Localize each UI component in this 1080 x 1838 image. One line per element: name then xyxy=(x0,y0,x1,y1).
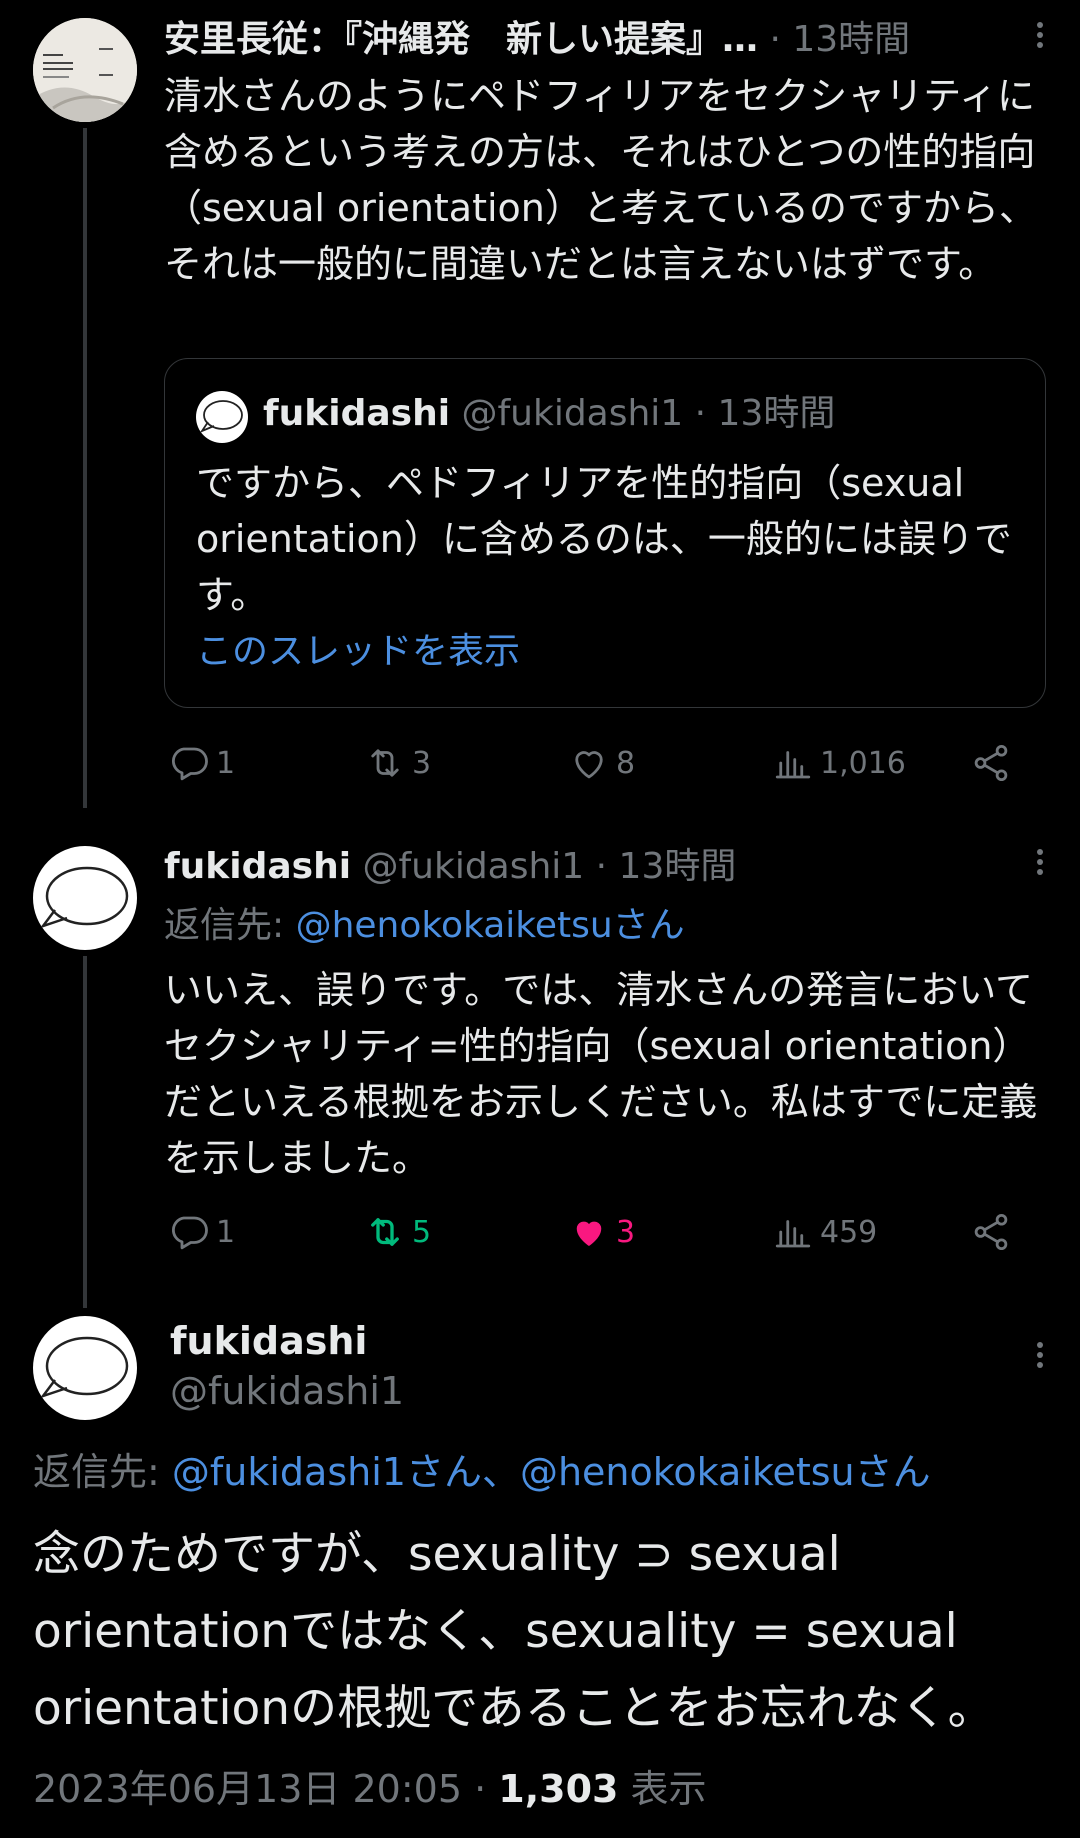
tweet-actions: 1 5 3 459 xyxy=(164,1202,1024,1262)
share-button[interactable] xyxy=(970,733,1018,793)
share-button[interactable] xyxy=(970,1202,1018,1262)
retweet-icon xyxy=(371,1218,399,1246)
quoted-tweet[interactable]: fukidashi @fukidashi1 · 13時間 ですから、ペドフィリア… xyxy=(164,358,1046,708)
focal-tweet-text: 念のためですが、sexuality ⊃ sexual orientationでは… xyxy=(33,1527,995,1736)
views-icon xyxy=(775,1220,811,1248)
quote-text: ですから、ペドフィリアを性的指向（sexual orientation）に含める… xyxy=(196,461,1012,617)
view-count: 459 xyxy=(820,1214,878,1250)
like-count: 3 xyxy=(616,1214,636,1250)
more-options-icon[interactable] xyxy=(1030,1338,1050,1378)
avatar-book-cover[interactable] xyxy=(33,18,137,122)
retweet-button[interactable]: 5 xyxy=(364,1202,431,1262)
tweet-actions: 1 3 8 1,016 xyxy=(164,733,1024,793)
show-thread-link[interactable]: このスレッドを表示 xyxy=(196,627,520,677)
reply-to-label: 返信先: xyxy=(164,905,296,946)
share-icon xyxy=(974,1213,1008,1251)
retweet-count: 5 xyxy=(412,1214,432,1250)
reply-button[interactable]: 1 xyxy=(168,733,235,793)
share-icon xyxy=(974,744,1008,782)
view-count: 1,016 xyxy=(820,745,906,781)
tweet-text: 清水さんのようにペドフィリアをセクシャリティに含めるという考えの方は、それはひと… xyxy=(164,74,1037,286)
reply-to-mentions[interactable]: @fukidashi1さん、@henokokaiketsuさん xyxy=(172,1450,931,1494)
author-name[interactable]: 安里長従：『沖縄発 新しい提案』… xyxy=(164,19,758,60)
quote-time: · 13時間 xyxy=(694,393,836,434)
focal-meta: 2023年06月13日 20:05 · 1,303 表示 xyxy=(33,1764,707,1814)
heart-filled-icon xyxy=(576,1221,602,1246)
like-button[interactable]: 3 xyxy=(568,1202,635,1262)
reply-to-line: 返信先: @henokokaiketsuさん xyxy=(164,904,685,948)
focal-datetime[interactable]: 2023年06月13日 20:05 · xyxy=(33,1767,498,1811)
retweet-count: 3 xyxy=(412,745,432,781)
views-button[interactable]: 1,016 xyxy=(772,733,906,793)
tweet-time[interactable]: · 13時間 xyxy=(769,19,910,60)
quote-header: fukidashi @fukidashi1 · 13時間 xyxy=(263,389,835,439)
more-options-icon[interactable] xyxy=(1030,18,1050,58)
reply-icon xyxy=(172,747,208,781)
author-name[interactable]: fukidashi xyxy=(164,846,351,887)
quote-handle: @fukidashi1 xyxy=(461,393,684,434)
more-options-icon[interactable] xyxy=(1030,845,1050,885)
thread-line xyxy=(83,956,87,1308)
thread-line xyxy=(83,128,87,808)
tweet-header: fukidashi @fukidashi1 · 13時間 xyxy=(164,845,1020,889)
tweet-time[interactable]: · 13時間 xyxy=(596,846,737,887)
reply-icon xyxy=(172,1216,208,1250)
reply-count: 1 xyxy=(216,1214,236,1250)
like-button[interactable]: 8 xyxy=(568,733,635,793)
focal-author-handle[interactable]: @fukidashi1 xyxy=(170,1366,404,1416)
focal-view-count: 1,303 xyxy=(498,1767,619,1811)
quote-avatar xyxy=(196,391,248,443)
reply-to-line: 返信先: @fukidashi1さん、@henokokaiketsuさん xyxy=(33,1447,931,1497)
focal-author-name[interactable]: fukidashi xyxy=(170,1316,367,1366)
heart-icon xyxy=(575,751,603,779)
views-button[interactable]: 459 xyxy=(772,1202,877,1262)
reply-to-label: 返信先: xyxy=(33,1450,172,1494)
tweet-header: 安里長従：『沖縄発 新しい提案』… · 13時間 xyxy=(164,18,1020,62)
tweet-text: いいえ、誤りです。では、清水さんの発言においてセクシャリティ=性的指向（sexu… xyxy=(164,968,1038,1180)
avatar-fukidashi[interactable] xyxy=(33,1316,137,1420)
reply-button[interactable]: 1 xyxy=(168,1202,235,1262)
like-count: 8 xyxy=(616,745,636,781)
author-handle[interactable]: @fukidashi1 xyxy=(362,846,584,887)
retweet-button[interactable]: 3 xyxy=(364,733,431,793)
quote-author-name: fukidashi xyxy=(263,393,451,434)
views-icon xyxy=(775,751,811,779)
retweet-icon xyxy=(371,749,399,777)
avatar-fukidashi[interactable] xyxy=(33,846,137,950)
focal-view-label: 表示 xyxy=(618,1767,707,1811)
reply-to-mention[interactable]: @henokokaiketsuさん xyxy=(296,905,685,946)
reply-count: 1 xyxy=(216,745,236,781)
